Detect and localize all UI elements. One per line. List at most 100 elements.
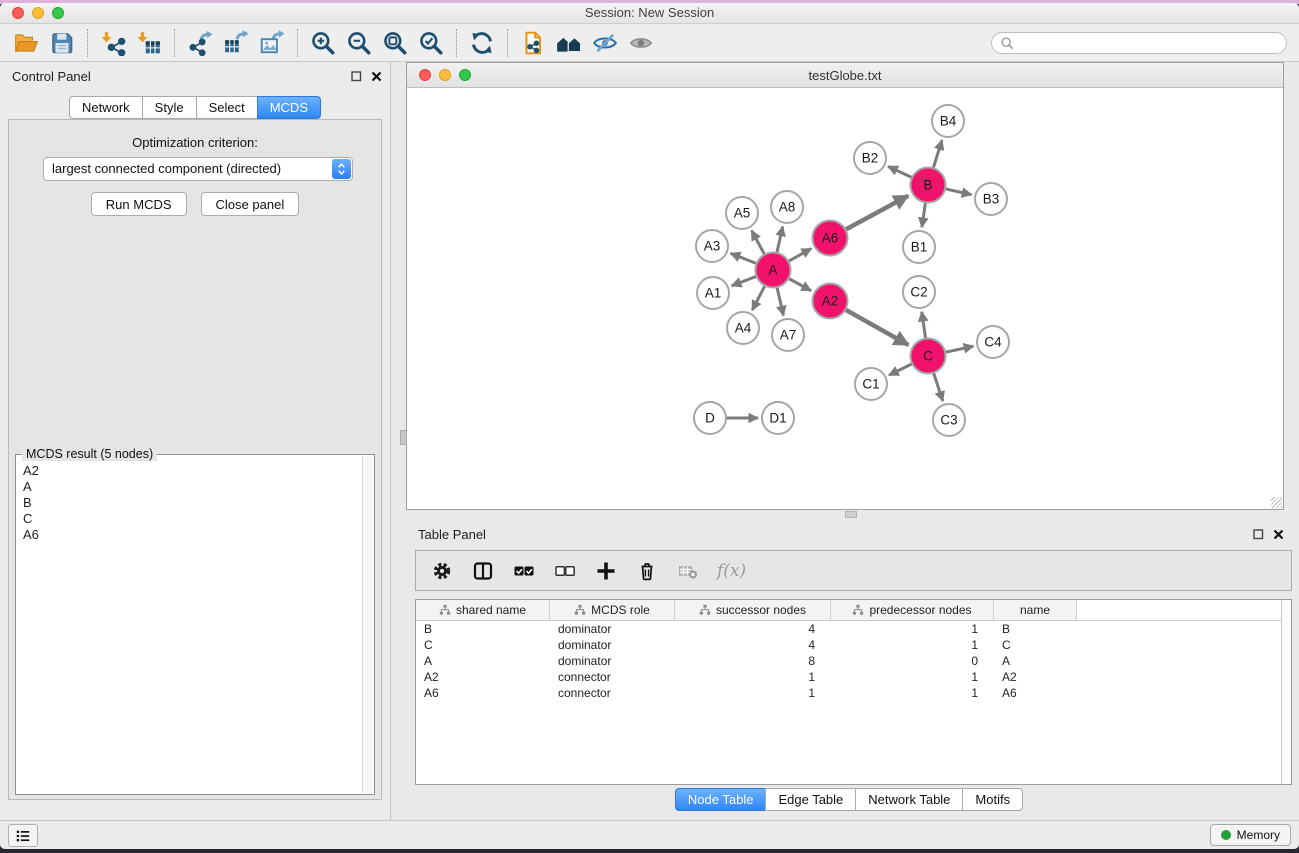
float-panel-icon[interactable] — [351, 71, 362, 82]
zoom-selected-button[interactable] — [413, 27, 449, 59]
tab-mcds[interactable]: MCDS — [257, 96, 321, 119]
close-panel-button[interactable]: Close panel — [201, 192, 300, 216]
horizontal-split-handle[interactable] — [845, 511, 857, 518]
new-network-from-selection-button[interactable] — [515, 27, 551, 59]
table-cell[interactable]: A — [416, 653, 550, 669]
memory-button[interactable]: Memory — [1210, 824, 1291, 846]
function-builder-button[interactable]: f(x) — [717, 561, 746, 581]
graph-node-D1[interactable]: D1 — [762, 402, 794, 434]
table-cell[interactable]: A2 — [994, 669, 1077, 685]
search-field[interactable] — [991, 32, 1287, 54]
hide-selected-button[interactable] — [587, 27, 623, 59]
mcds-result-list[interactable]: A2ABCA6 — [17, 459, 361, 793]
graph-node-A6[interactable]: A6 — [813, 221, 848, 256]
tab-network[interactable]: Network — [69, 96, 143, 119]
table-row-c[interactable]: Cdominator41C — [416, 637, 1291, 653]
tab-node-table[interactable]: Node Table — [675, 788, 767, 811]
graph-node-A1[interactable]: A1 — [697, 277, 729, 309]
network-graph-svg[interactable]: B4B2BB3A8A5A6A3B1AC2A1A2A4A7C4CC1C3DD1 — [407, 89, 1283, 509]
close-panel-icon[interactable] — [371, 71, 382, 82]
table-cell[interactable]: 4 — [675, 637, 831, 653]
graph-node-C2[interactable]: C2 — [903, 276, 935, 308]
table-cell[interactable]: 1 — [831, 669, 994, 685]
result-list-scrollbar[interactable] — [362, 456, 373, 793]
graph-node-B2[interactable]: B2 — [854, 142, 886, 174]
table-cell[interactable]: 1 — [831, 685, 994, 701]
table-cell[interactable]: 1 — [675, 669, 831, 685]
float-panel-icon[interactable] — [1253, 529, 1264, 540]
deselect-all-columns-button[interactable] — [553, 559, 577, 583]
create-column-button[interactable] — [594, 559, 618, 583]
column-header-name[interactable]: name — [994, 600, 1077, 620]
graph-node-A8[interactable]: A8 — [771, 191, 803, 223]
table-cell[interactable]: dominator — [550, 637, 675, 653]
graph-node-C1[interactable]: C1 — [855, 368, 887, 400]
close-panel-icon[interactable] — [1273, 529, 1284, 540]
column-header-mcds-role[interactable]: MCDS role — [550, 600, 675, 620]
graph-node-B1[interactable]: B1 — [903, 231, 935, 263]
show-all-button[interactable] — [623, 27, 659, 59]
table-cell[interactable]: C — [416, 637, 550, 653]
apply-layout-button[interactable] — [464, 27, 500, 59]
table-cell[interactable]: B — [994, 621, 1077, 637]
export-network-button[interactable] — [182, 27, 218, 59]
graph-node-A3[interactable]: A3 — [696, 230, 728, 262]
table-cell[interactable]: A6 — [994, 685, 1077, 701]
table-row-a6[interactable]: A6connector11A6 — [416, 685, 1291, 701]
table-cell[interactable]: B — [416, 621, 550, 637]
table-cell[interactable]: 1 — [831, 637, 994, 653]
zoom-in-button[interactable] — [305, 27, 341, 59]
tab-network-table[interactable]: Network Table — [855, 788, 963, 811]
table-cell[interactable]: 1 — [675, 685, 831, 701]
zoom-fit-button[interactable] — [377, 27, 413, 59]
vertical-split-handle[interactable] — [400, 430, 407, 445]
graph-node-C[interactable]: C — [911, 339, 946, 374]
delete-table-button[interactable] — [676, 559, 700, 583]
graph-node-A7[interactable]: A7 — [772, 319, 804, 351]
network-zoom-button[interactable] — [459, 69, 471, 81]
minimize-window-button[interactable] — [32, 7, 44, 19]
table-cell[interactable]: connector — [550, 685, 675, 701]
import-table-button[interactable] — [131, 27, 167, 59]
graph-node-B[interactable]: B — [911, 168, 946, 203]
result-item-a6[interactable]: A6 — [23, 527, 355, 543]
table-cell[interactable]: 1 — [831, 621, 994, 637]
result-item-a2[interactable]: A2 — [23, 463, 355, 479]
network-close-button[interactable] — [419, 69, 431, 81]
table-cell[interactable]: dominator — [550, 653, 675, 669]
table-cell[interactable]: 4 — [675, 621, 831, 637]
column-header-shared-name[interactable]: shared name — [416, 600, 550, 620]
export-image-button[interactable] — [254, 27, 290, 59]
zoom-window-button[interactable] — [52, 7, 64, 19]
show-columns-button[interactable] — [471, 559, 495, 583]
result-item-c[interactable]: C — [23, 511, 355, 527]
run-mcds-button[interactable]: Run MCDS — [91, 192, 187, 216]
first-neighbors-button[interactable] — [551, 27, 587, 59]
graph-node-B4[interactable]: B4 — [932, 105, 964, 137]
table-cell[interactable]: A6 — [416, 685, 550, 701]
graph-node-C4[interactable]: C4 — [977, 326, 1009, 358]
delete-column-button[interactable] — [635, 559, 659, 583]
table-row-b[interactable]: Bdominator41B — [416, 621, 1291, 637]
show-panels-button[interactable] — [8, 824, 38, 847]
graph-node-A4[interactable]: A4 — [727, 312, 759, 344]
zoom-out-button[interactable] — [341, 27, 377, 59]
select-all-columns-button[interactable] — [512, 559, 536, 583]
graph-node-C3[interactable]: C3 — [933, 404, 965, 436]
close-window-button[interactable] — [12, 7, 24, 19]
tab-motifs[interactable]: Motifs — [962, 788, 1023, 811]
table-cell[interactable]: connector — [550, 669, 675, 685]
table-cell[interactable]: dominator — [550, 621, 675, 637]
graph-node-A2[interactable]: A2 — [813, 284, 848, 319]
search-input[interactable] — [1019, 36, 1278, 50]
save-session-button[interactable] — [44, 27, 80, 59]
graph-node-B3[interactable]: B3 — [975, 183, 1007, 215]
column-header-successor-nodes[interactable]: successor nodes — [675, 600, 831, 620]
table-cell[interactable]: 0 — [831, 653, 994, 669]
network-minimize-button[interactable] — [439, 69, 451, 81]
table-cell[interactable]: 8 — [675, 653, 831, 669]
graph-node-A[interactable]: A — [756, 253, 791, 288]
graph-node-D[interactable]: D — [694, 402, 726, 434]
column-header-predecessor-nodes[interactable]: predecessor nodes — [831, 600, 994, 620]
table-cell[interactable]: A — [994, 653, 1077, 669]
